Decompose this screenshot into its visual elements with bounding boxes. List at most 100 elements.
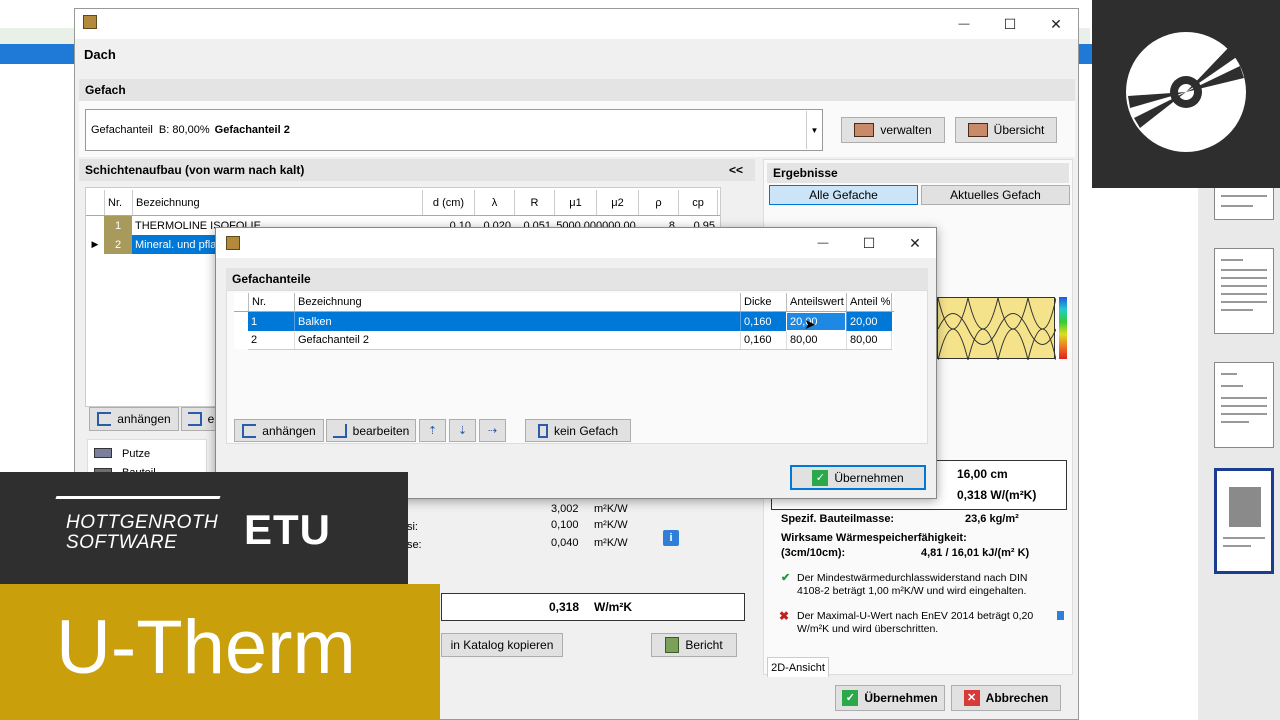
- col-r: R: [514, 190, 554, 215]
- dialog-section-header: Gefachanteile: [226, 268, 928, 290]
- cross-icon: ✖: [779, 609, 790, 623]
- table-row-selected[interactable]: 1 Balken 0,160 20,00 20,00: [248, 312, 892, 331]
- r-total-unit: m²K/W: [594, 503, 628, 515]
- manage-label: verwalten: [880, 123, 932, 137]
- cell-nr: 1: [104, 216, 132, 235]
- layers-title: Schichtenaufbau (von warm nach kalt): [85, 163, 305, 177]
- layers-grid-header: Nr. Bezeichnung d (cm) λ R μ1 μ2 ρ cp: [86, 190, 720, 216]
- brand-overlay: HOTTGENROTH SOFTWARE ETU: [0, 472, 408, 584]
- info-icon[interactable]: i: [663, 530, 679, 546]
- col-d: d (cm): [422, 190, 474, 215]
- cell-anteilswert-edit[interactable]: 20,00: [786, 312, 846, 331]
- accept-button[interactable]: ✓ Übernehmen: [835, 685, 945, 711]
- gefachanteile-grid: Nr. Bezeichnung Dicke Anteilswert Anteil…: [234, 293, 894, 350]
- etu-logo: ETU: [244, 506, 331, 553]
- rse-value: 0,040: [551, 537, 579, 549]
- gefach-select-prefix: Gefachanteil B: 80,00%: [91, 124, 210, 136]
- dialog-edit-button[interactable]: bearbeiten: [326, 419, 416, 442]
- insert-icon: [187, 412, 202, 426]
- gefach-header: Gefach: [79, 79, 1075, 101]
- tab-current-gefach[interactable]: Aktuelles Gefach: [921, 185, 1070, 205]
- page-thumbnail-selected[interactable]: [1214, 468, 1274, 574]
- result-u: 0,318 W/(m²K): [957, 488, 1037, 502]
- col-lambda: λ: [474, 190, 514, 215]
- cell-nr: 2: [104, 235, 132, 254]
- u-value: 0,318: [549, 600, 580, 614]
- gefachanteile-dialog: — ☐ ✕ Gefachanteile Nr. Bezeichnung Dick…: [215, 227, 937, 499]
- dialog-maximize-button[interactable]: ☐: [846, 228, 892, 258]
- r-total-value: 3,002: [551, 503, 579, 515]
- info-small-icon[interactable]: [1057, 611, 1064, 620]
- move-up-icon: ⇡: [427, 425, 438, 437]
- close-button[interactable]: ✕: [1033, 9, 1079, 39]
- tab-2d-view[interactable]: 2D-Ansicht: [767, 657, 829, 677]
- no-gefach-button[interactable]: kein Gefach: [525, 419, 631, 442]
- dialog-accept-button[interactable]: ✓ Übernehmen: [790, 465, 926, 490]
- collapse-button[interactable]: <<: [729, 163, 743, 177]
- mouse-cursor-icon: ➤: [804, 316, 816, 332]
- maximize-button[interactable]: ☐: [987, 9, 1033, 39]
- cell-nr: 2: [251, 334, 258, 346]
- background-blue-bar-right: [1078, 44, 1092, 64]
- legend-label: Putze: [122, 448, 151, 460]
- rse-unit: m²K/W: [594, 537, 628, 549]
- chevron-down-icon[interactable]: ▼: [806, 111, 822, 149]
- col-nr: Nr.: [248, 293, 294, 311]
- insulation-graphic: [937, 297, 1057, 361]
- row-pointer-icon: ▶: [91, 239, 99, 249]
- copy-catalog-button[interactable]: in Katalog kopieren: [441, 633, 563, 657]
- report-button[interactable]: Bericht: [651, 633, 737, 657]
- no-gefach-icon: [537, 423, 548, 438]
- temperature-scale: [1059, 297, 1067, 359]
- disc-logo-box: [1092, 0, 1280, 188]
- move-out-button[interactable]: ⇢: [479, 419, 506, 442]
- product-banner: U-Therm: [0, 584, 440, 720]
- gefach-select-value: Gefachanteil 2: [214, 124, 290, 136]
- overview-button[interactable]: Übersicht: [955, 117, 1057, 143]
- cancel-button[interactable]: ✕ Abbrechen: [951, 685, 1061, 711]
- dialog-append-button[interactable]: anhängen: [234, 419, 324, 442]
- col-nr: Nr.: [104, 190, 132, 215]
- move-down-button[interactable]: ⇣: [449, 419, 476, 442]
- disc-icon: [1126, 32, 1246, 152]
- mass-label: Spezif. Bauteilmasse:: [781, 513, 895, 525]
- window-title: Dach: [84, 47, 116, 62]
- gefach-icon: [854, 123, 875, 137]
- minimize-button[interactable]: —: [941, 9, 987, 39]
- cell-name: Mineral. und pflan: [132, 235, 222, 254]
- rsi-unit: m²K/W: [594, 519, 628, 531]
- dialog-edit-label: bearbeiten: [352, 423, 410, 438]
- gefach-select[interactable]: Gefachanteil B: 80,00% Gefachanteil 2: [85, 109, 823, 151]
- cell-name: Gefachanteil 2: [294, 331, 740, 349]
- check-icon: ✓: [812, 469, 829, 486]
- table-row[interactable]: 2 Gefachanteil 2 0,160 80,00 80,00: [248, 331, 892, 350]
- page-thumbnail[interactable]: [1214, 248, 1274, 334]
- tab-all-gefache[interactable]: Alle Gefache: [769, 185, 918, 205]
- dialog-minimize-button[interactable]: —: [800, 228, 846, 258]
- cell-anteil: 80,00: [846, 331, 892, 349]
- overview-label: Übersicht: [993, 123, 1045, 137]
- manage-button[interactable]: verwalten: [841, 117, 945, 143]
- check-ok-text: Der Mindestwärmedurchlasswiderstand nach…: [797, 572, 1028, 597]
- gefach-icon: [967, 123, 988, 137]
- cell-nr: 1: [251, 315, 258, 328]
- append-icon: [97, 412, 112, 426]
- background-blue-bar: [0, 44, 80, 64]
- cell-dicke: 0,160: [740, 331, 786, 349]
- col-name: Bezeichnung: [132, 190, 422, 215]
- no-gefach-label: kein Gefach: [553, 423, 619, 438]
- insulation-pattern: [937, 297, 1057, 361]
- mass-value: 23,6 kg/m²: [965, 513, 1019, 525]
- dialog-close-button[interactable]: ✕: [892, 228, 938, 258]
- col-anteilswert: Anteilswert: [786, 293, 846, 311]
- page-thumbnail[interactable]: [1214, 362, 1274, 448]
- cell-anteil: 20,00: [846, 312, 892, 331]
- company-name-line1: HOTTGENROTH: [66, 512, 219, 533]
- append-layer-button[interactable]: anhängen: [89, 407, 179, 431]
- dialog-grid-header: Nr. Bezeichnung Dicke Anteilswert Anteil…: [234, 293, 894, 312]
- move-up-button[interactable]: ⇡: [419, 419, 446, 442]
- product-name: U-Therm: [56, 605, 356, 690]
- check-icon: ✔: [781, 572, 791, 584]
- storage-label-1: Wirksame Wärmespeicherfähigkeit:: [781, 532, 967, 544]
- append-icon: [242, 423, 257, 438]
